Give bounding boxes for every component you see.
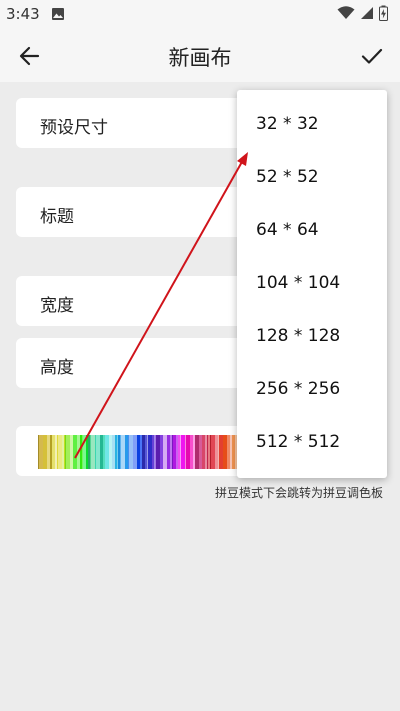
size-option-64[interactable]: 64 * 64 [237, 204, 387, 257]
status-icons [337, 5, 388, 25]
status-bar: 3:43 [0, 0, 400, 28]
width-label: 宽度 [40, 296, 74, 316]
size-option-128[interactable]: 128 * 128 [237, 310, 387, 363]
height-label: 高度 [40, 358, 74, 378]
size-options-menu: 32 * 32 52 * 52 64 * 64 104 * 104 128 * … [237, 90, 387, 478]
size-option-32[interactable]: 32 * 32 [237, 98, 387, 151]
size-option-104[interactable]: 104 * 104 [237, 257, 387, 310]
size-option-52[interactable]: 52 * 52 [237, 151, 387, 204]
image-notification-icon [51, 7, 65, 25]
size-option-512[interactable]: 512 * 512 [237, 416, 387, 469]
battery-charging-icon [379, 5, 388, 25]
status-time: 3:43 [6, 5, 40, 23]
preset-size-label: 预设尺寸 [40, 118, 108, 138]
page-title: 新画布 [168, 46, 232, 70]
confirm-button[interactable] [358, 42, 386, 70]
app-bar: 新画布 [0, 28, 400, 82]
check-icon [361, 48, 383, 64]
palette-hint-text: 拼豆模式下会跳转为拼豆调色板 [214, 486, 383, 500]
color-palette-strip [38, 435, 238, 469]
wifi-icon [337, 6, 355, 24]
signal-icon [360, 6, 374, 24]
size-option-256[interactable]: 256 * 256 [237, 363, 387, 416]
title-label: 标题 [40, 207, 74, 227]
